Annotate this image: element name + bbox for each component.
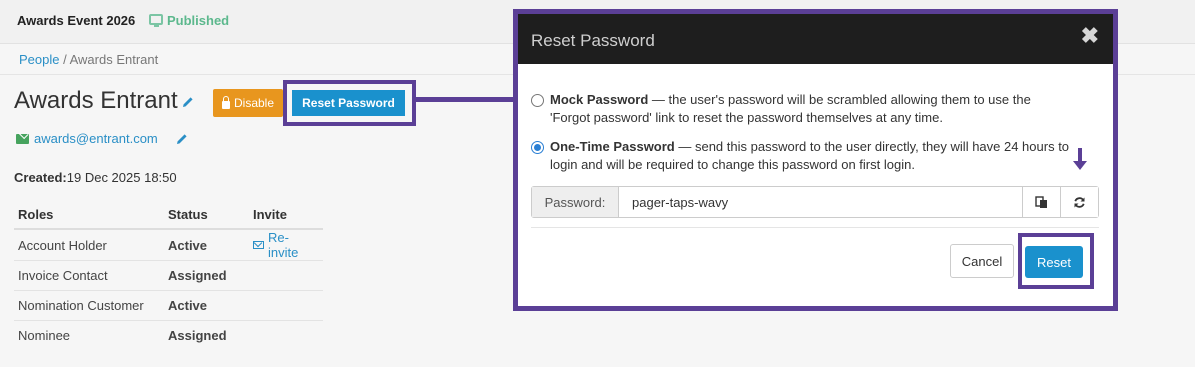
event-title: Awards Event 2026 [17, 13, 136, 28]
mock-password-option: Mock Password — the user's password will… [550, 91, 1100, 127]
edit-email-pencil-icon[interactable] [176, 133, 188, 145]
close-icon[interactable]: ✖ [1081, 25, 1099, 47]
reset-button[interactable]: Reset [1025, 246, 1083, 278]
password-label: Password: [532, 187, 619, 217]
monitor-icon [149, 14, 163, 27]
page-title: Awards Entrant [14, 87, 178, 114]
reinvite-link[interactable]: Re-invite [253, 230, 319, 260]
password-input-group: Password: [531, 186, 1099, 218]
edit-name-pencil-icon[interactable] [182, 96, 194, 108]
one-time-password-radio[interactable] [531, 141, 544, 154]
copy-icon [1035, 195, 1047, 208]
status-cell: Active [164, 290, 249, 321]
published-status: Published [167, 13, 230, 28]
one-time-password-desc-2: login and will be required to change thi… [550, 157, 915, 172]
highlight-connector [416, 97, 518, 102]
table-row: Account Holder Active Re-invite [14, 229, 323, 261]
mock-password-label: Mock Password [550, 92, 649, 107]
mock-password-radio[interactable] [531, 94, 544, 107]
roles-table: Roles Status Invite Account Holder Activ… [14, 201, 323, 351]
breadcrumb: People / Awards Entrant [19, 52, 158, 67]
mock-password-desc-1: — the user's password will be scrambled … [648, 92, 1031, 107]
status-header: Status [164, 201, 249, 230]
refresh-icon [1074, 196, 1085, 208]
one-time-password-label: One-Time Password [550, 139, 675, 154]
table-row: Nominee Assigned [14, 321, 323, 351]
annotation-arrow-shaft [1078, 148, 1082, 162]
copy-password-button[interactable] [1022, 187, 1060, 217]
role-cell: Account Holder [14, 229, 164, 261]
status-cell: Active [164, 229, 249, 261]
reset-password-button[interactable]: Reset Password [292, 90, 405, 116]
modal-header: Reset Password ✖ [518, 14, 1113, 64]
roles-header: Roles [14, 201, 164, 230]
invite-cell: Re-invite [249, 229, 323, 261]
reinvite-label: Re-invite [267, 230, 299, 260]
role-cell: Nomination Customer [14, 290, 164, 321]
envelope-icon [16, 133, 29, 144]
breadcrumb-current: Awards Entrant [69, 52, 159, 67]
disable-button[interactable]: Disable [213, 89, 283, 117]
invite-cell [249, 290, 323, 321]
lock-icon [221, 95, 230, 109]
one-time-password-option: One-Time Password — send this password t… [550, 138, 1106, 174]
annotation-arrow-down-icon [1073, 161, 1087, 170]
password-field[interactable] [619, 187, 1022, 217]
breadcrumb-people-link[interactable]: People [19, 52, 59, 67]
regenerate-password-button[interactable] [1060, 187, 1098, 217]
disable-button-label: Disable [233, 96, 275, 110]
email-link[interactable]: awards@entrant.com [34, 131, 158, 146]
mock-password-desc-2: 'Forgot password' link to reset the pass… [550, 110, 943, 125]
invite-cell [249, 321, 323, 351]
one-time-password-desc-1: — send this password to the user directl… [674, 139, 1070, 154]
roles-table-header: Roles Status Invite [14, 201, 323, 230]
email-row: awards@entrant.com [16, 131, 158, 146]
modal-title: Reset Password [531, 31, 655, 50]
status-cell: Assigned [164, 260, 249, 291]
invite-header: Invite [249, 201, 323, 230]
reset-password-modal: Reset Password ✖ Mock Password — the use… [513, 9, 1118, 311]
breadcrumb-separator: / [59, 52, 70, 67]
table-row: Invoice Contact Assigned [14, 260, 323, 291]
invite-cell [249, 260, 323, 291]
role-cell: Nominee [18, 328, 71, 344]
role-cell: Invoice Contact [14, 260, 164, 291]
created-label: Created: [14, 170, 67, 185]
table-row: Nomination Customer Active [14, 290, 323, 321]
created-value: 19 Dec 2025 18:50 [66, 170, 177, 185]
created-info: Created:19 Dec 2025 18:50 [14, 170, 177, 185]
envelope-outline-icon [253, 241, 264, 249]
modal-footer-divider [531, 227, 1099, 228]
status-cell: Assigned [168, 328, 227, 344]
cancel-button[interactable]: Cancel [950, 244, 1014, 278]
